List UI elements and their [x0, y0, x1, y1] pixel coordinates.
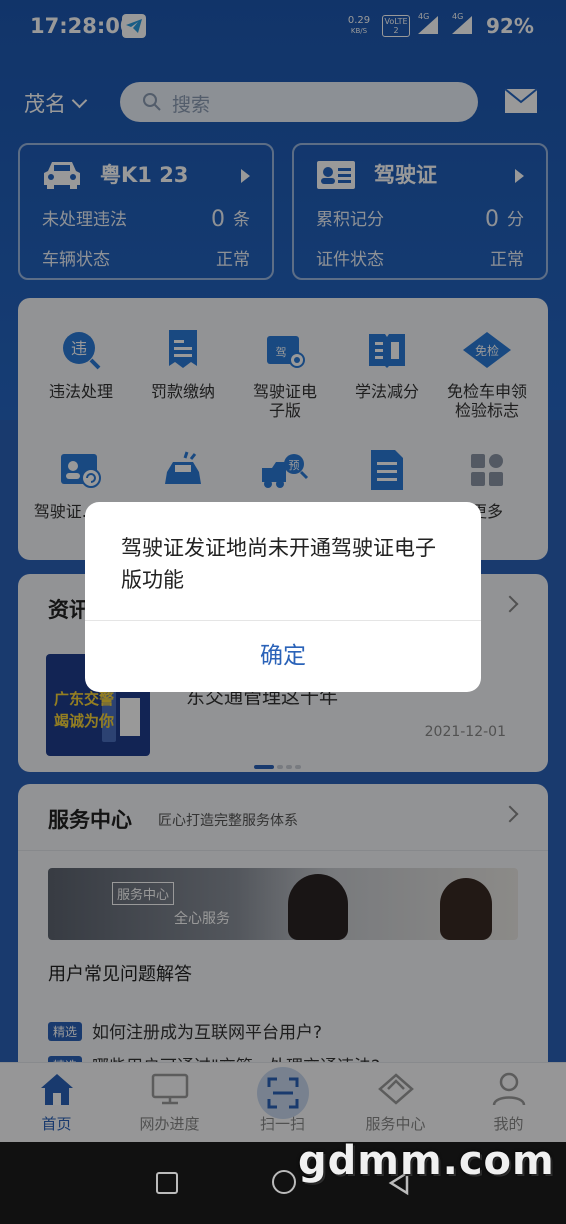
- dialog-message: 驾驶证发证地尚未开通驾驶证电子版功能: [121, 536, 436, 592]
- alert-dialog: 驾驶证发证地尚未开通驾驶证电子版功能 确定: [85, 502, 481, 692]
- recent-apps-icon[interactable]: [156, 1172, 178, 1194]
- home-button-icon[interactable]: [272, 1170, 296, 1194]
- confirm-button[interactable]: 确定: [85, 621, 481, 692]
- watermark: gdmm.com: [298, 1138, 555, 1184]
